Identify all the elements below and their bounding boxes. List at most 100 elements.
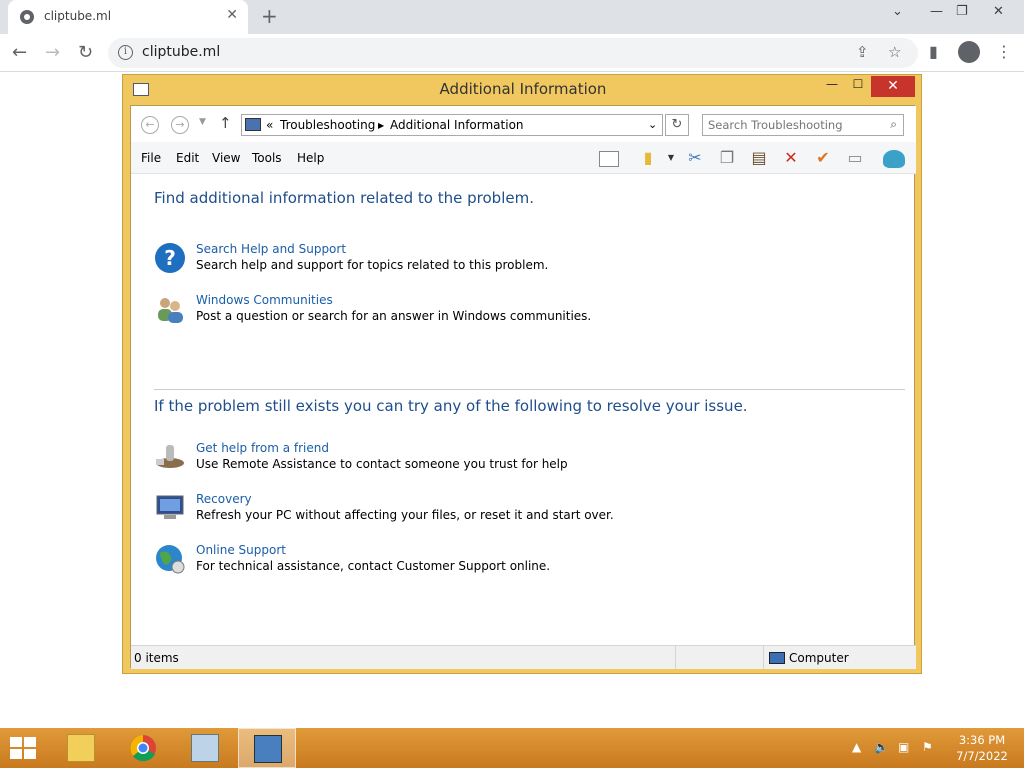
nav-forward-button[interactable]: → xyxy=(171,116,189,134)
remote-assistance-icon[interactable] xyxy=(154,441,186,473)
more-menu-icon[interactable]: ⋮ xyxy=(996,42,1012,61)
heading-find-info: Find additional information related to t… xyxy=(154,189,534,207)
forward-icon[interactable]: → xyxy=(45,42,60,63)
refresh-button[interactable]: ↻ xyxy=(665,114,689,136)
action-center-icon[interactable]: ⚑ xyxy=(922,740,933,754)
site-info-icon[interactable]: i xyxy=(118,45,133,60)
close-icon[interactable]: ✕ xyxy=(993,4,1004,19)
status-divider xyxy=(763,646,764,669)
menu-tools[interactable]: Tools xyxy=(252,151,282,165)
taskbar-control-panel[interactable] xyxy=(238,728,296,768)
copy-icon[interactable]: ❐ xyxy=(715,147,739,169)
taskbar-file-explorer[interactable] xyxy=(52,728,110,768)
search-icon[interactable]: ⌕ xyxy=(890,117,897,132)
search-help-link[interactable]: Search Help and Support xyxy=(196,242,346,256)
menu-file[interactable]: File xyxy=(141,151,161,165)
paste-icon[interactable]: ▤ xyxy=(747,147,771,169)
window-maximize-button[interactable]: ☐ xyxy=(845,77,871,97)
tab-title: cliptube.ml xyxy=(44,9,112,23)
check-icon[interactable]: ✔ xyxy=(811,147,835,169)
layout-icon[interactable] xyxy=(597,147,621,169)
list-item: Windows Communities Post a question or s… xyxy=(154,293,854,333)
recovery-description: Refresh your PC without affecting your f… xyxy=(196,508,614,522)
reload-icon[interactable]: ↻ xyxy=(78,42,93,63)
menu-edit[interactable]: Edit xyxy=(176,151,199,165)
back-icon[interactable]: ← xyxy=(12,42,27,63)
list-item: Recovery Refresh your PC without affecti… xyxy=(154,492,854,532)
content-pane: Find additional information related to t… xyxy=(131,175,916,645)
profile-avatar[interactable] xyxy=(958,41,980,63)
recovery-link[interactable]: Recovery xyxy=(196,492,252,506)
computer-icon xyxy=(769,652,785,664)
status-location: Computer xyxy=(789,651,849,665)
help-icon[interactable]: ? xyxy=(154,242,186,274)
folder-icon[interactable]: ▮ xyxy=(636,147,660,169)
control-panel-taskbar-icon xyxy=(254,735,282,763)
breadcrumb[interactable]: « Troubleshooting ▶ Additional Informati… xyxy=(241,114,663,136)
recovery-icon[interactable] xyxy=(154,492,186,524)
file-explorer-icon xyxy=(67,734,95,762)
taskbar-chrome[interactable] xyxy=(114,728,172,768)
nav-back-button[interactable]: ← xyxy=(141,116,159,134)
status-bar: 0 items Computer xyxy=(131,645,916,669)
window-minimize-button[interactable]: — xyxy=(819,77,845,97)
breadcrumb-dropdown-icon[interactable]: ⌄ xyxy=(648,118,657,131)
windows-communities-description: Post a question or search for an answer … xyxy=(196,309,592,323)
delete-icon[interactable]: ✕ xyxy=(779,147,803,169)
windows-start-icon[interactable] xyxy=(10,737,38,761)
network-icon[interactable]: ▣ xyxy=(898,740,909,754)
users-icon[interactable] xyxy=(154,293,186,325)
side-panel-icon[interactable]: ▮ xyxy=(929,42,938,61)
breadcrumb-prefix[interactable]: « xyxy=(266,118,273,132)
online-support-description: For technical assistance, contact Custom… xyxy=(196,559,551,573)
bookmark-star-icon[interactable]: ☆ xyxy=(888,43,901,61)
chrome-icon xyxy=(130,735,156,762)
taskbar-performance[interactable] xyxy=(176,728,234,768)
search-input[interactable] xyxy=(703,115,878,135)
globe-icon[interactable] xyxy=(154,543,186,575)
window-close-button[interactable]: ✕ xyxy=(871,76,915,97)
tab-search-icon[interactable]: ⌄ xyxy=(892,4,903,19)
menu-help[interactable]: Help xyxy=(297,151,324,165)
volume-muted-icon[interactable]: 🔈 xyxy=(874,740,889,754)
window-client-area: ← → ▼ ↑ « Troubleshooting ▶ Additional I… xyxy=(130,105,916,669)
new-tab-button[interactable]: + xyxy=(261,4,278,28)
search-box[interactable]: ⌕ xyxy=(702,114,904,136)
show-hidden-icons[interactable]: ▲ xyxy=(852,740,861,754)
search-help-description: Search help and support for topics relat… xyxy=(196,258,549,272)
breadcrumb-item-troubleshooting[interactable]: Troubleshooting xyxy=(280,118,375,132)
share-icon[interactable]: ⇪ xyxy=(856,43,869,61)
tab-close-icon[interactable]: ✕ xyxy=(226,7,238,23)
recent-locations-icon[interactable]: ▼ xyxy=(199,117,206,127)
get-help-friend-link[interactable]: Get help from a friend xyxy=(196,441,329,455)
windows-communities-link[interactable]: Windows Communities xyxy=(196,293,333,307)
clock-time: 3:36 PM xyxy=(958,733,1006,747)
navigation-row: ← → ▼ ↑ « Troubleshooting ▶ Additional I… xyxy=(131,106,916,142)
list-item: Online Support For technical assistance,… xyxy=(154,543,854,583)
folder-dropdown-icon[interactable]: ▼ xyxy=(659,147,683,169)
properties-icon[interactable]: ▭ xyxy=(843,147,867,169)
list-item: Get help from a friend Use Remote Assist… xyxy=(154,441,854,481)
heading-still-exists: If the problem still exists you can try … xyxy=(154,397,748,415)
cut-icon[interactable]: ✂ xyxy=(683,147,707,169)
minimize-icon[interactable]: — xyxy=(930,4,943,19)
url-text[interactable]: cliptube.ml xyxy=(142,44,220,60)
site-favicon-icon xyxy=(20,10,34,24)
up-level-button[interactable]: ↑ xyxy=(219,114,232,132)
online-support-link[interactable]: Online Support xyxy=(196,543,286,557)
status-divider xyxy=(675,646,676,669)
omnibox[interactable]: i cliptube.ml ⇪ ☆ xyxy=(108,38,918,68)
breadcrumb-separator-icon[interactable]: ▶ xyxy=(378,121,384,130)
taskbar: ▲ 🔈 ▣ ⚑ 3:36 PM 7/7/2022 xyxy=(0,728,1024,768)
list-item: ? Search Help and Support Search help an… xyxy=(154,242,854,282)
restore-icon[interactable]: ❐ xyxy=(956,4,968,19)
breadcrumb-item-additional-information[interactable]: Additional Information xyxy=(390,118,524,132)
system-clock[interactable]: 3:36 PM 7/7/2022 xyxy=(952,732,1012,764)
section-divider xyxy=(154,389,905,390)
shell-icon[interactable] xyxy=(882,147,906,169)
browser-tab-bar: cliptube.ml ✕ + ⌄ — ❐ ✕ xyxy=(0,0,1024,34)
menu-view[interactable]: View xyxy=(212,151,240,165)
menu-bar: File Edit View Tools Help ▮ ▼ ✂ ❐ ▤ ✕ ✔ … xyxy=(131,142,916,174)
browser-tab[interactable]: cliptube.ml ✕ xyxy=(8,0,248,34)
get-help-friend-description: Use Remote Assistance to contact someone… xyxy=(196,457,568,471)
